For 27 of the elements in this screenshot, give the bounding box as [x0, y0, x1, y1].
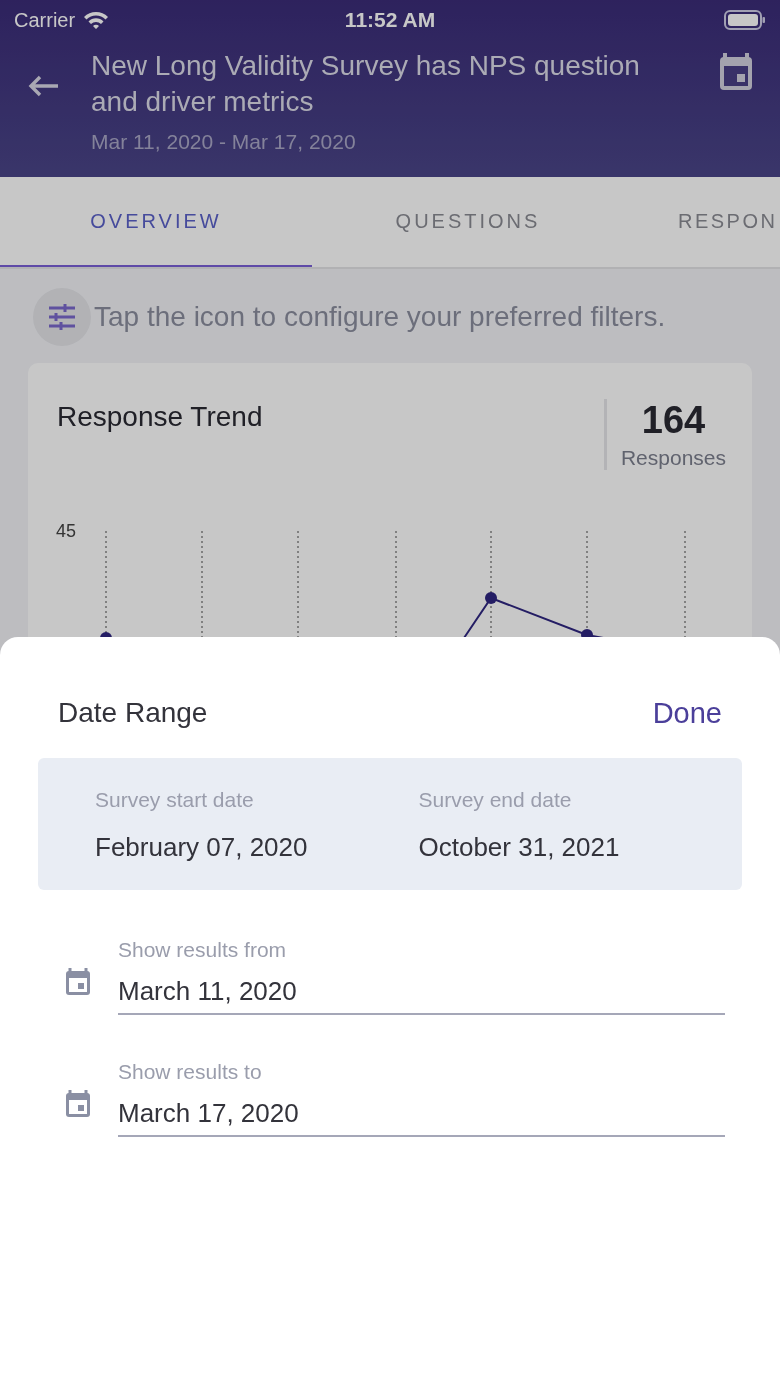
- date-range: Mar 11, 2020 - Mar 17, 2020: [91, 130, 357, 154]
- filter-hint: Tap the icon to configure your preferred filters.: [94, 301, 666, 333]
- card-title: Response Trend: [57, 401, 263, 434]
- field-label: Show results to: [118, 1060, 263, 1084]
- filter-sliders-icon[interactable]: [32, 287, 92, 347]
- tab[interactable]: OVERVIEW: [0, 177, 312, 267]
- wifi-icon: [83, 11, 110, 29]
- survey-title: New Long Validity Survey has NPS question and driver metrics: [91, 49, 641, 119]
- carrier-label: Carrier: [14, 8, 76, 32]
- sheet-title: Date Range: [58, 697, 208, 729]
- back-arrow-icon[interactable]: [26, 74, 60, 98]
- count-label: Responses: [620, 446, 726, 470]
- field-label: Show results from: [118, 938, 288, 962]
- info-label: Survey start date: [95, 788, 255, 812]
- done-button[interactable]: Done: [652, 696, 722, 730]
- calendar-icon: [64, 1089, 92, 1119]
- calendar-icon: [64, 967, 92, 997]
- clock: 11:52 AM: [343, 8, 437, 32]
- battery-icon: [724, 10, 766, 30]
- calendar-icon[interactable]: [718, 52, 754, 92]
- date-field[interactable]: March 17, 2020: [118, 1084, 725, 1137]
- response-count: 164: [641, 399, 706, 442]
- info-value: February 07, 2020: [95, 832, 309, 863]
- axis-label: 45: [56, 521, 77, 542]
- info-value: October 31, 2021: [418, 832, 621, 863]
- info-label: Survey end date: [418, 788, 573, 812]
- date-field[interactable]: March 11, 2020: [118, 962, 725, 1015]
